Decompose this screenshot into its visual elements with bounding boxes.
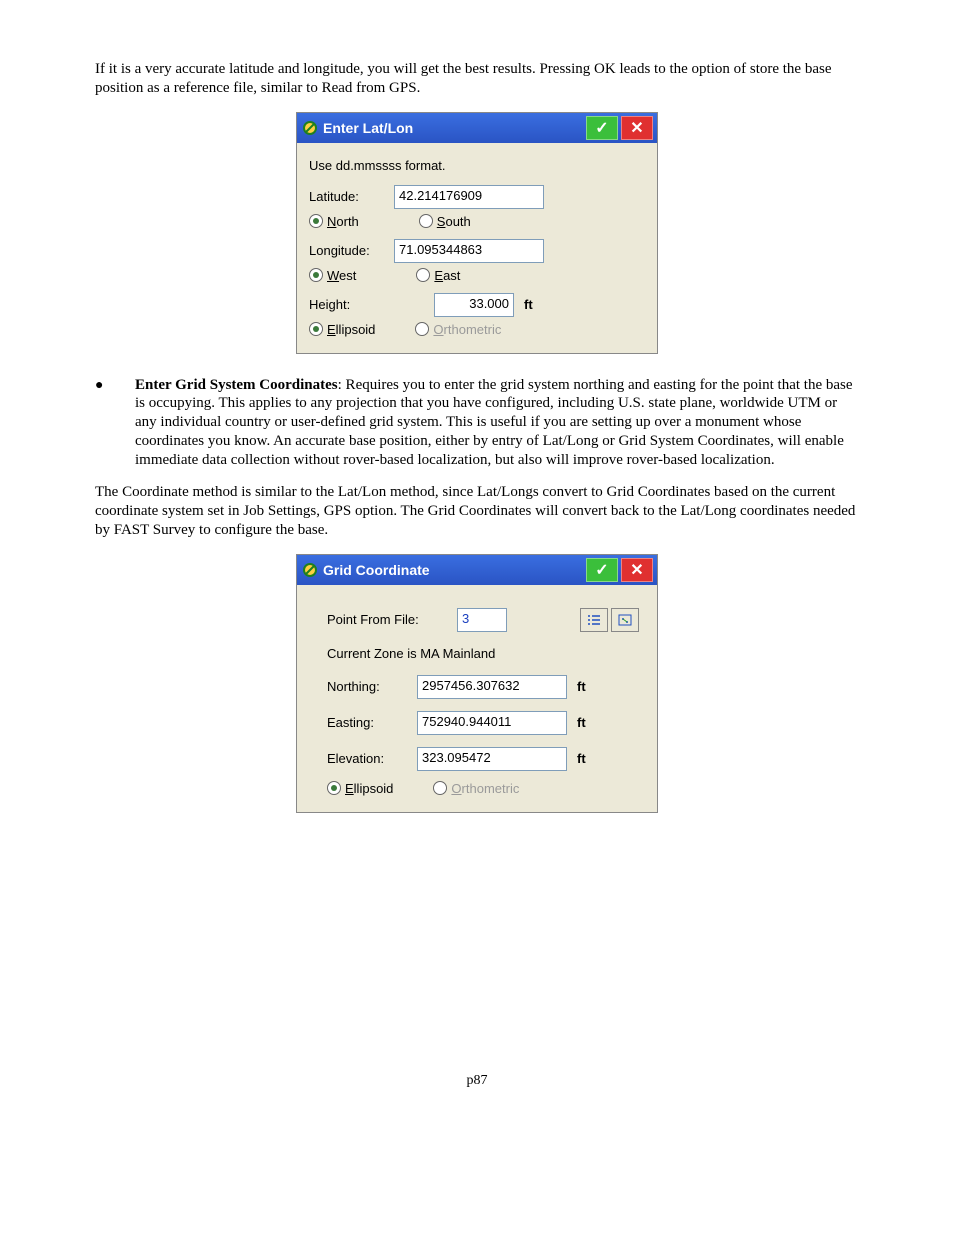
dialog-titlebar: Grid Coordinate ✓ ✕ (297, 555, 657, 585)
northing-input[interactable]: 2957456.307632 (417, 675, 567, 699)
longitude-label: Longitude: (309, 243, 394, 258)
north-radio[interactable] (309, 214, 323, 228)
app-icon (301, 119, 319, 137)
latitude-input[interactable]: 42.214176909 (394, 185, 544, 209)
north-radio-label: North (327, 214, 359, 229)
grid-coordinate-dialog: Grid Coordinate ✓ ✕ Point From File: 3 C… (296, 554, 658, 813)
list-button[interactable] (580, 608, 608, 632)
elevation-label: Elevation: (327, 751, 417, 766)
easting-unit: ft (577, 715, 586, 730)
enter-latlon-dialog: Enter Lat/Lon ✓ ✕ Use dd.mmssss format. … (296, 112, 658, 354)
ok-button[interactable]: ✓ (586, 558, 618, 582)
easting-input[interactable]: 752940.944011 (417, 711, 567, 735)
ok-button[interactable]: ✓ (586, 116, 618, 140)
ellipsoid-radio-label: Ellipsoid (345, 781, 393, 796)
ellipsoid-radio-label: Ellipsoid (327, 322, 375, 337)
ellipsoid-radio[interactable] (309, 322, 323, 336)
height-unit: ft (524, 297, 533, 312)
ellipsoid-radio[interactable] (327, 781, 341, 795)
close-button[interactable]: ✕ (621, 116, 653, 140)
orthometric-radio[interactable] (433, 781, 447, 795)
point-from-file-label: Point From File: (327, 612, 457, 627)
dialog-titlebar: Enter Lat/Lon ✓ ✕ (297, 113, 657, 143)
height-input[interactable]: 33.000 (434, 293, 514, 317)
orthometric-radio-label: Orthometric (433, 322, 501, 337)
dialog-title: Grid Coordinate (323, 562, 583, 578)
orthometric-radio-label: Orthometric (451, 781, 519, 796)
bullet-title: Enter Grid System Coordinates (135, 377, 338, 393)
west-radio[interactable] (309, 268, 323, 282)
map-button[interactable] (611, 608, 639, 632)
orthometric-radio[interactable] (415, 322, 429, 336)
elevation-input[interactable]: 323.095472 (417, 747, 567, 771)
east-radio-label: East (434, 268, 460, 283)
south-radio-label: South (437, 214, 471, 229)
app-icon (301, 561, 319, 579)
format-hint: Use dd.mmssss format. (309, 158, 645, 173)
elevation-unit: ft (577, 751, 586, 766)
current-zone-label: Current Zone is MA Mainland (327, 646, 639, 661)
page-number: p87 (95, 1073, 859, 1089)
easting-label: Easting: (327, 715, 417, 730)
bullet-item: ● Enter Grid System Coordinates: Require… (95, 376, 859, 470)
point-from-file-input[interactable]: 3 (457, 608, 507, 632)
northing-unit: ft (577, 679, 586, 694)
bullet-marker: ● (95, 376, 135, 470)
west-radio-label: West (327, 268, 356, 283)
east-radio[interactable] (416, 268, 430, 282)
northing-label: Northing: (327, 679, 417, 694)
longitude-input[interactable]: 71.095344863 (394, 239, 544, 263)
dialog-title: Enter Lat/Lon (323, 120, 583, 136)
intro-paragraph: If it is a very accurate latitude and lo… (95, 60, 859, 98)
south-radio[interactable] (419, 214, 433, 228)
height-label: Height: (309, 297, 394, 312)
latitude-label: Latitude: (309, 189, 394, 204)
coordinate-method-paragraph: The Coordinate method is similar to the … (95, 483, 859, 539)
close-button[interactable]: ✕ (621, 558, 653, 582)
